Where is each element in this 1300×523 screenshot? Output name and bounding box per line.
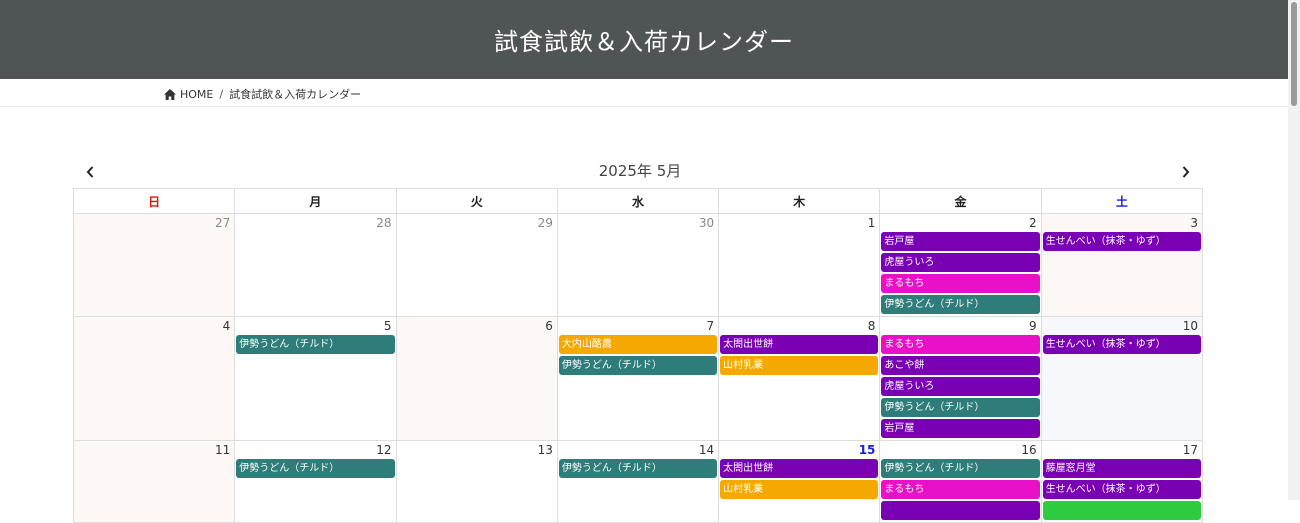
day-number: 2 (1029, 216, 1037, 230)
calendar-event[interactable]: 虎屋ういろ (881, 377, 1040, 396)
calendar-event[interactable]: 山村乳業 (720, 356, 879, 375)
calendar-day-cell[interactable]: 13 (395, 440, 558, 523)
breadcrumb-current: 試食試飲＆入荷カレンダー (229, 88, 362, 101)
calendar-day-cell[interactable]: 5 伊勢うどん（チルド） (234, 316, 397, 441)
calendar-event[interactable]: 伊勢うどん（チルド） (881, 295, 1040, 314)
calendar-month-title: 2025年 5月 (598, 162, 682, 180)
calendar-event[interactable]: 伊勢うどん（チルド） (236, 459, 395, 478)
day-number: 17 (1182, 443, 1198, 457)
calendar-day-cell[interactable]: 8 太閤出世餅山村乳業 (718, 316, 881, 441)
calendar-day-cell[interactable]: 9 まるもちあこや餅虎屋ういろ伊勢うどん（チルド） 岩戸屋 (879, 316, 1042, 441)
day-number: 4 (222, 319, 231, 333)
weekday-header-sat: 土 (1040, 188, 1204, 214)
day-number: 27 (215, 216, 231, 230)
calendar-event[interactable]: 太閤出世餅 (720, 335, 879, 354)
calendar-day-cell[interactable]: 3 生せんべい（抹茶・ゆず） (1040, 213, 1204, 317)
calendar-event[interactable]: あこや餅 (881, 356, 1040, 375)
scrollbar-thumb[interactable] (1291, 2, 1297, 106)
calendar-event[interactable]: 生せんべい（抹茶・ゆず） (1042, 335, 1201, 354)
calendar-event[interactable]: 伊勢うどん（チルド） (881, 459, 1040, 478)
day-number: 28 (376, 216, 392, 230)
calendar-event[interactable]: 太閤出世餅 (720, 459, 879, 478)
calendar-event[interactable]: まるもち (881, 335, 1040, 354)
weekday-header-mon: 月 (234, 188, 397, 214)
weekday-header-tue: 火 (395, 188, 558, 214)
day-number: 1 (867, 216, 876, 230)
calendar-event[interactable] (881, 501, 1040, 520)
day-number: 7 (706, 319, 715, 333)
weekday-header-thu: 木 (718, 188, 881, 214)
calendar-week-row: 27 28 29 30 1 2 岩戸屋虎屋ういろまるもち伊勢うどん（チルド） 3 生せんべい（抹… (72, 213, 1204, 317)
chevron-right-icon (1182, 166, 1190, 178)
calendar-event[interactable]: 伊勢うどん（チルド） (558, 356, 718, 375)
weekday-header-row: 日月火水木金土 (72, 188, 1204, 214)
day-number: 15 (858, 443, 876, 457)
breadcrumb: HOME / 試食試飲＆入荷カレンダー (164, 86, 361, 102)
calendar-event[interactable]: 岩戸屋 (881, 419, 1040, 438)
calendar-day-cell[interactable]: 14 伊勢うどん（チルド） (556, 440, 720, 523)
calendar-event[interactable]: 藤屋窓月堂 (1042, 459, 1201, 478)
calendar-day-cell[interactable]: 10 生せんべい（抹茶・ゆず） (1040, 316, 1204, 441)
breadcrumb-home-link[interactable]: HOME (180, 88, 213, 101)
day-number: 14 (698, 443, 715, 457)
day-number: 10 (1182, 319, 1198, 333)
weekday-header-fri: 金 (879, 188, 1042, 214)
calendar-day-cell[interactable]: 2 岩戸屋虎屋ういろまるもち伊勢うどん（チルド） (879, 213, 1042, 317)
weekday-header-wed: 水 (556, 188, 720, 214)
calendar-day-cell[interactable]: 15 太閤出世餅山村乳業 (718, 440, 881, 523)
calendar-event[interactable]: まるもち (881, 274, 1040, 293)
calendar-day-cell[interactable]: 29 (395, 213, 558, 317)
weekday-header-sun: 日 (72, 188, 236, 214)
calendar-week-row: 4 5 伊勢うどん（チルド） 6 7 大内山酪農 伊勢うどん（チルド） 8 太閤出世餅 山村乳業 9… (72, 316, 1204, 441)
calendar-body: 27 28 29 30 1 2 岩戸屋 虎屋ういろ まるもち 伊勢うどん（チルド） 3 生せんべい（抹… (72, 213, 1204, 523)
calendar-event[interactable]: 岩戸屋 (881, 232, 1040, 251)
calendar-event[interactable]: 大内山酪農 (558, 335, 718, 354)
day-number: 11 (215, 443, 231, 457)
day-number: 3 (1190, 216, 1198, 230)
calendar-day-cell[interactable]: 27 (72, 213, 236, 317)
page-header: 試食試飲＆入荷カレンダー (0, 0, 1288, 79)
breadcrumb-bar: HOME / 試食試飲＆入荷カレンダー (0, 79, 1288, 107)
day-number: 8 (867, 319, 876, 333)
calendar-event[interactable]: 伊勢うどん（チルド） (881, 398, 1040, 417)
day-number: 16 (1021, 443, 1037, 457)
day-number: 12 (376, 443, 392, 457)
calendar-event[interactable]: 山村乳業 (720, 480, 879, 499)
calendar-event[interactable]: まるもち (881, 480, 1040, 499)
calendar-event[interactable]: 虎屋ういろ (881, 253, 1040, 272)
calendar-event[interactable]: 伊勢うどん（チルド） (236, 335, 395, 354)
page-scrollbar[interactable] (1288, 0, 1300, 500)
page-title: 試食試飲＆入荷カレンダー (494, 28, 794, 56)
calendar-week-row: 11 12 伊勢うどん（チルド） 13 14 伊勢うどん（チルド） 15 太閤出世餅 山村乳業 1… (72, 440, 1204, 523)
day-number: 30 (698, 216, 715, 230)
calendar-event[interactable] (1042, 501, 1201, 520)
calendar-day-cell[interactable]: 7 大内山酪農伊勢うどん（チルド） (556, 316, 720, 441)
day-number: 29 (537, 216, 553, 230)
day-number: 13 (537, 443, 553, 457)
calendar-event[interactable]: 生せんべい（抹茶・ゆず） (1042, 232, 1201, 251)
chevron-left-icon (86, 166, 94, 178)
calendar-grid: 日月火水木金土 27 28 29 30 1 2 岩戸屋 虎屋ういろ まるもち 伊勢うどん（チルド）… (72, 188, 1204, 523)
calendar-day-cell[interactable]: 11 (72, 440, 236, 523)
next-month-button[interactable] (1176, 160, 1196, 184)
calendar-event[interactable]: 生せんべい（抹茶・ゆず） (1042, 480, 1201, 499)
calendar-day-cell[interactable]: 16 伊勢うどん（チルド） まるもち (879, 440, 1042, 523)
day-number: 9 (1029, 319, 1037, 333)
calendar-day-cell[interactable]: 6 (395, 316, 558, 441)
calendar-day-cell[interactable]: 28 (234, 213, 397, 317)
calendar-day-cell[interactable]: 17 藤屋窓月堂生せんべい（抹茶・ゆず） (1040, 440, 1204, 523)
day-number: 6 (545, 319, 553, 333)
breadcrumb-separator: / (219, 87, 224, 101)
calendar-day-cell[interactable]: 30 (556, 213, 720, 317)
home-icon (164, 88, 176, 100)
calendar-day-cell[interactable]: 4 (72, 316, 236, 441)
calendar-event[interactable]: 伊勢うどん（チルド） (558, 459, 718, 478)
prev-month-button[interactable] (80, 160, 100, 184)
day-number: 5 (383, 319, 392, 333)
calendar-day-cell[interactable]: 12 伊勢うどん（チルド） (234, 440, 397, 523)
calendar-day-cell[interactable]: 1 (718, 213, 881, 317)
